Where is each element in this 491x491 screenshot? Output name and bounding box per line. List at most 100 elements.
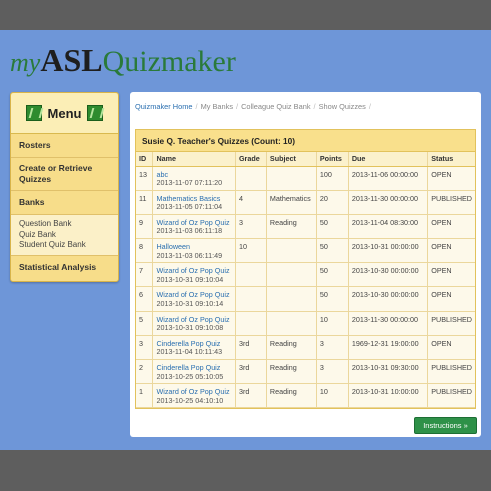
bottom-bar [0,450,491,491]
breadcrumb-separator: / [368,102,371,111]
column-header-id[interactable]: ID [136,152,154,167]
breadcrumb-quizmaker-home[interactable]: Quizmaker Home [135,102,193,111]
sidebar-link-student-quiz-bank[interactable]: Student Quiz Bank [19,240,110,251]
quizzes-table: ID Name Grade Subject Points Due Status … [136,152,475,409]
column-header-points[interactable]: Points [316,152,349,167]
sidebar-item-create-quizzes[interactable]: Create or Retrieve Quizzes [11,158,118,191]
cell-subject [266,286,317,312]
table-row: 7 Wizard of Oz Pop Quiz 2013-10-31 09:10:… [136,262,475,288]
cell-subject [266,311,317,336]
cell-id: 11 [136,190,154,215]
cell-due: 2013-11-06 00:00:00 [348,166,429,191]
cell-due: 2013-11-30 00:00:00 [348,311,429,336]
cell-points: 10 [316,311,349,336]
cell-grade: 4 [235,190,267,215]
cell-due: 2013-10-31 10:00:00 [348,383,429,409]
app-logo[interactable]: myASLQuizmaker [10,42,236,78]
quiz-created-time: 2013-11-03 06:11:49 [156,250,223,260]
table-row: 1 Wizard of Oz Pop Quiz 2013-10-25 04:10:… [136,383,475,409]
cell-name: Wizard of Oz Pop Quiz 2013-11-03 06:11:18 [152,214,236,240]
cell-grade [235,311,267,336]
table-header-row: ID Name Grade Subject Points Due Status [136,152,475,167]
cell-subject [266,262,317,288]
logo-my: my [10,48,41,77]
breadcrumb-separator: / [313,102,316,111]
cell-id: 9 [136,214,154,240]
cell-id: 3 [136,335,154,361]
menu-header: Menu [11,93,118,134]
logo-asl: ASL [40,42,103,78]
logo-quizmaker: Quizmaker [102,45,236,78]
cell-subject [266,166,317,191]
cell-points: 20 [316,190,349,215]
grass-icon [87,105,104,121]
cell-points: 50 [316,262,349,288]
instructions-button[interactable]: Instructions » [414,417,477,434]
sidebar-link-question-bank[interactable]: Question Bank [19,219,110,230]
column-header-due[interactable]: Due [348,152,429,167]
cell-grade [235,166,267,191]
cell-due: 2013-10-30 00:00:00 [348,286,429,312]
sidebar-item-rosters[interactable]: Rosters [11,134,118,158]
column-header-grade[interactable]: Grade [235,152,267,167]
sidebar-link-quiz-bank[interactable]: Quiz Bank [19,230,110,241]
cell-status: PUBLISHED [427,190,475,215]
quiz-created-time: 2013-10-31 09:10:14 [156,298,224,308]
cell-grade: 3rd [235,335,267,361]
breadcrumb-colleague-quiz-bank[interactable]: Colleague Quiz Bank [241,102,310,111]
breadcrumb-my-banks[interactable]: My Banks [201,102,233,111]
cell-status: OPEN [427,335,475,361]
cell-points: 100 [316,166,349,191]
quizzes-table-box: Susie Q. Teacher's Quizzes (Count: 10) I… [135,129,476,410]
cell-points: 3 [316,335,349,361]
column-header-subject[interactable]: Subject [266,152,317,167]
breadcrumb-separator: / [195,102,198,111]
quiz-created-time: 2013-10-31 09:10:04 [156,274,224,284]
cell-id: 8 [136,238,154,264]
cell-id: 7 [136,262,154,288]
cell-grade [235,286,267,312]
column-header-name[interactable]: Name [152,152,236,167]
breadcrumb-show-quizzes: Show Quizzes [318,102,366,111]
cell-name: Mathematics Basics 2013-11-05 07:11:04 [152,190,236,215]
cell-subject: Mathematics [266,190,317,215]
cell-id: 6 [136,286,154,312]
table-row: 5 Wizard of Oz Pop Quiz 2013-10-31 09:10:… [136,311,475,336]
cell-name: Cinderella Pop Quiz 2013-10-25 05:10:05 [152,359,236,385]
cell-grade: 3 [235,214,267,240]
cell-name: Halloween 2013-11-03 06:11:49 [152,238,236,264]
cell-status: PUBLISHED [427,311,475,336]
cell-points: 50 [316,286,349,312]
table-row: 6 Wizard of Oz Pop Quiz 2013-10-31 09:10:… [136,286,475,312]
cell-due: 2013-10-31 00:00:00 [348,238,429,264]
table-row: 9 Wizard of Oz Pop Quiz 2013-11-03 06:11:… [136,214,475,240]
grass-icon [25,105,42,121]
cell-grade: 3rd [235,383,267,409]
cell-id: 5 [136,311,154,336]
quiz-created-time: 2013-10-25 05:10:05 [156,371,224,381]
column-header-status[interactable]: Status [427,152,475,167]
cell-subject: Reading [266,214,317,240]
quiz-created-time: 2013-11-05 07:11:04 [156,202,223,212]
cell-due: 2013-10-31 09:30:00 [348,359,429,385]
cell-points: 50 [316,238,349,264]
cell-id: 1 [136,383,154,409]
sidebar-item-banks[interactable]: Banks [11,191,118,215]
cell-grade: 3rd [235,359,267,385]
cell-grade [235,262,267,288]
cell-name: Wizard of Oz Pop Quiz 2013-10-31 09:10:08 [152,311,236,336]
cell-status: PUBLISHED [427,359,475,385]
cell-subject: Reading [266,335,317,361]
sidebar-item-statistical-analysis[interactable]: Statistical Analysis [11,256,118,279]
cell-status: OPEN [427,262,475,288]
cell-due: 1969-12-31 19:00:00 [348,335,429,361]
cell-name: abc 2013-11-07 07:11:20 [152,166,236,191]
cell-id: 2 [136,359,154,385]
quiz-created-time: 2013-10-31 09:10:08 [156,323,224,333]
cell-points: 3 [316,359,349,385]
content-panel: Quizmaker Home / My Banks / Colleague Quiz B… [130,92,481,437]
cell-status: OPEN [427,214,475,240]
cell-name: Wizard of Oz Pop Quiz 2013-10-31 09:10:14 [152,286,236,312]
cell-grade: 10 [235,238,267,264]
cell-subject [266,238,317,264]
